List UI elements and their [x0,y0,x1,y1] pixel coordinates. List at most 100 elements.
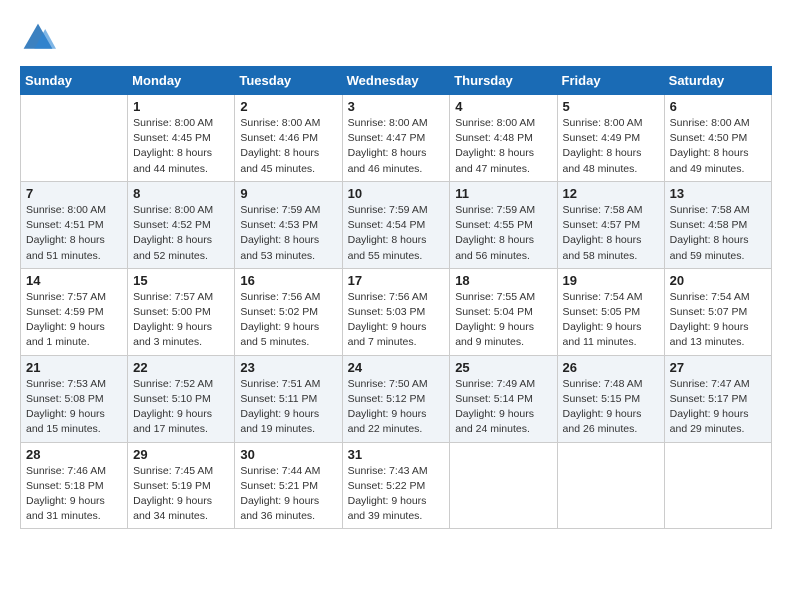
day-info: Sunrise: 8:00 AMSunset: 4:46 PMDaylight:… [240,116,336,177]
calendar-cell: 16 Sunrise: 7:56 AMSunset: 5:02 PMDayligh… [235,268,342,355]
calendar-table: SundayMondayTuesdayWednesdayThursdayFrid… [20,66,772,529]
calendar-cell: 26Sunrise: 7:48 AMSunset: 5:15 PMDayligh… [557,355,664,442]
day-info: Sunrise: 7:59 AMSunset: 4:54 PMDaylight:… [348,203,445,264]
day-info: Sunrise: 7:59 AMSunset: 4:55 PMDaylight:… [455,203,551,264]
day-number: 7 [26,186,122,201]
day-number: 8 [133,186,229,201]
calendar-cell: 9Sunrise: 7:59 AMSunset: 4:53 PMDaylight… [235,181,342,268]
day-info: Sunrise: 7:56 AMSunset: 5:02 PMDaylight:… [240,290,336,351]
day-number: 27 [670,360,766,375]
logo-icon [20,20,56,56]
calendar-cell: 11 Sunrise: 7:59 AMSunset: 4:55 PMDayligh… [450,181,557,268]
day-number: 18 [455,273,551,288]
calendar-cell: 20 Sunrise: 7:54 AMSunset: 5:07 PMDayligh… [664,268,771,355]
day-info: Sunrise: 7:45 AMSunset: 5:19 PMDaylight:… [133,464,229,525]
day-info: Sunrise: 7:46 AMSunset: 5:18 PMDaylight:… [26,464,122,525]
calendar-cell [21,95,128,182]
calendar-week-row: 1 Sunrise: 8:00 AMSunset: 4:45 PMDaylight… [21,95,772,182]
weekday-header-thursday: Thursday [450,67,557,95]
weekday-header-sunday: Sunday [21,67,128,95]
day-info: Sunrise: 7:54 AMSunset: 5:07 PMDaylight:… [670,290,766,351]
day-number: 5 [563,99,659,114]
calendar-cell: 1 Sunrise: 8:00 AMSunset: 4:45 PMDaylight… [128,95,235,182]
day-number: 3 [348,99,445,114]
weekday-header-tuesday: Tuesday [235,67,342,95]
calendar-cell: 24 Sunrise: 7:50 AMSunset: 5:12 PMDayligh… [342,355,450,442]
calendar-cell: 7 Sunrise: 8:00 AMSunset: 4:51 PMDaylight… [21,181,128,268]
page-header [20,20,772,56]
day-number: 1 [133,99,229,114]
calendar-cell: 12Sunrise: 7:58 AMSunset: 4:57 PMDayligh… [557,181,664,268]
day-info: Sunrise: 7:51 AMSunset: 5:11 PMDaylight:… [240,377,336,438]
day-number: 24 [348,360,445,375]
calendar-week-row: 28 Sunrise: 7:46 AMSunset: 5:18 PMDayligh… [21,442,772,529]
day-number: 10 [348,186,445,201]
logo [20,20,60,56]
day-number: 19 [563,273,659,288]
weekday-header-monday: Monday [128,67,235,95]
calendar-cell: 4 Sunrise: 8:00 AMSunset: 4:48 PMDaylight… [450,95,557,182]
calendar-cell: 5 Sunrise: 8:00 AMSunset: 4:49 PMDaylight… [557,95,664,182]
day-number: 6 [670,99,766,114]
calendar-cell: 8 Sunrise: 8:00 AMSunset: 4:52 PMDaylight… [128,181,235,268]
day-number: 16 [240,273,336,288]
day-info: Sunrise: 7:58 AMSunset: 4:58 PMDaylight:… [670,203,766,264]
calendar-cell [450,442,557,529]
day-number: 11 [455,186,551,201]
calendar-cell: 17 Sunrise: 7:56 AMSunset: 5:03 PMDayligh… [342,268,450,355]
calendar-cell: 28 Sunrise: 7:46 AMSunset: 5:18 PMDayligh… [21,442,128,529]
day-number: 22 [133,360,229,375]
calendar-cell: 25Sunrise: 7:49 AMSunset: 5:14 PMDayligh… [450,355,557,442]
day-info: Sunrise: 7:57 AMSunset: 4:59 PMDaylight:… [26,290,122,351]
day-info: Sunrise: 7:43 AMSunset: 5:22 PMDaylight:… [348,464,445,525]
day-info: Sunrise: 7:55 AMSunset: 5:04 PMDaylight:… [455,290,551,351]
calendar-cell: 15 Sunrise: 7:57 AMSunset: 5:00 PMDayligh… [128,268,235,355]
day-number: 15 [133,273,229,288]
day-number: 30 [240,447,336,462]
day-info: Sunrise: 7:57 AMSunset: 5:00 PMDaylight:… [133,290,229,351]
day-number: 17 [348,273,445,288]
calendar-cell: 30 Sunrise: 7:44 AMSunset: 5:21 PMDayligh… [235,442,342,529]
day-number: 4 [455,99,551,114]
weekday-header-saturday: Saturday [664,67,771,95]
day-info: Sunrise: 7:47 AMSunset: 5:17 PMDaylight:… [670,377,766,438]
day-info: Sunrise: 7:56 AMSunset: 5:03 PMDaylight:… [348,290,445,351]
weekday-header-wednesday: Wednesday [342,67,450,95]
day-info: Sunrise: 7:44 AMSunset: 5:21 PMDaylight:… [240,464,336,525]
calendar-cell: 10 Sunrise: 7:59 AMSunset: 4:54 PMDayligh… [342,181,450,268]
calendar-cell: 13Sunrise: 7:58 AMSunset: 4:58 PMDayligh… [664,181,771,268]
calendar-cell: 6 Sunrise: 8:00 AMSunset: 4:50 PMDaylight… [664,95,771,182]
calendar-cell: 2 Sunrise: 8:00 AMSunset: 4:46 PMDaylight… [235,95,342,182]
day-info: Sunrise: 8:00 AMSunset: 4:50 PMDaylight:… [670,116,766,177]
day-info: Sunrise: 8:00 AMSunset: 4:48 PMDaylight:… [455,116,551,177]
day-info: Sunrise: 8:00 AMSunset: 4:45 PMDaylight:… [133,116,229,177]
calendar-cell: 27 Sunrise: 7:47 AMSunset: 5:17 PMDayligh… [664,355,771,442]
day-number: 20 [670,273,766,288]
day-number: 21 [26,360,122,375]
calendar-cell: 31Sunrise: 7:43 AMSunset: 5:22 PMDayligh… [342,442,450,529]
day-number: 12 [563,186,659,201]
calendar-week-row: 14 Sunrise: 7:57 AMSunset: 4:59 PMDayligh… [21,268,772,355]
calendar-cell [664,442,771,529]
day-number: 14 [26,273,122,288]
day-info: Sunrise: 7:50 AMSunset: 5:12 PMDaylight:… [348,377,445,438]
day-number: 26 [563,360,659,375]
day-info: Sunrise: 8:00 AMSunset: 4:51 PMDaylight:… [26,203,122,264]
day-number: 28 [26,447,122,462]
calendar-week-row: 21 Sunrise: 7:53 AMSunset: 5:08 PMDayligh… [21,355,772,442]
calendar-cell: 29 Sunrise: 7:45 AMSunset: 5:19 PMDayligh… [128,442,235,529]
day-number: 2 [240,99,336,114]
calendar-cell: 14 Sunrise: 7:57 AMSunset: 4:59 PMDayligh… [21,268,128,355]
calendar-cell: 18 Sunrise: 7:55 AMSunset: 5:04 PMDayligh… [450,268,557,355]
day-info: Sunrise: 7:49 AMSunset: 5:14 PMDaylight:… [455,377,551,438]
day-info: Sunrise: 8:00 AMSunset: 4:49 PMDaylight:… [563,116,659,177]
day-info: Sunrise: 7:53 AMSunset: 5:08 PMDaylight:… [26,377,122,438]
calendar-cell: 21 Sunrise: 7:53 AMSunset: 5:08 PMDayligh… [21,355,128,442]
calendar-cell [557,442,664,529]
day-info: Sunrise: 7:52 AMSunset: 5:10 PMDaylight:… [133,377,229,438]
calendar-cell: 3 Sunrise: 8:00 AMSunset: 4:47 PMDaylight… [342,95,450,182]
day-number: 29 [133,447,229,462]
day-info: Sunrise: 8:00 AMSunset: 4:52 PMDaylight:… [133,203,229,264]
weekday-header-friday: Friday [557,67,664,95]
day-info: Sunrise: 8:00 AMSunset: 4:47 PMDaylight:… [348,116,445,177]
